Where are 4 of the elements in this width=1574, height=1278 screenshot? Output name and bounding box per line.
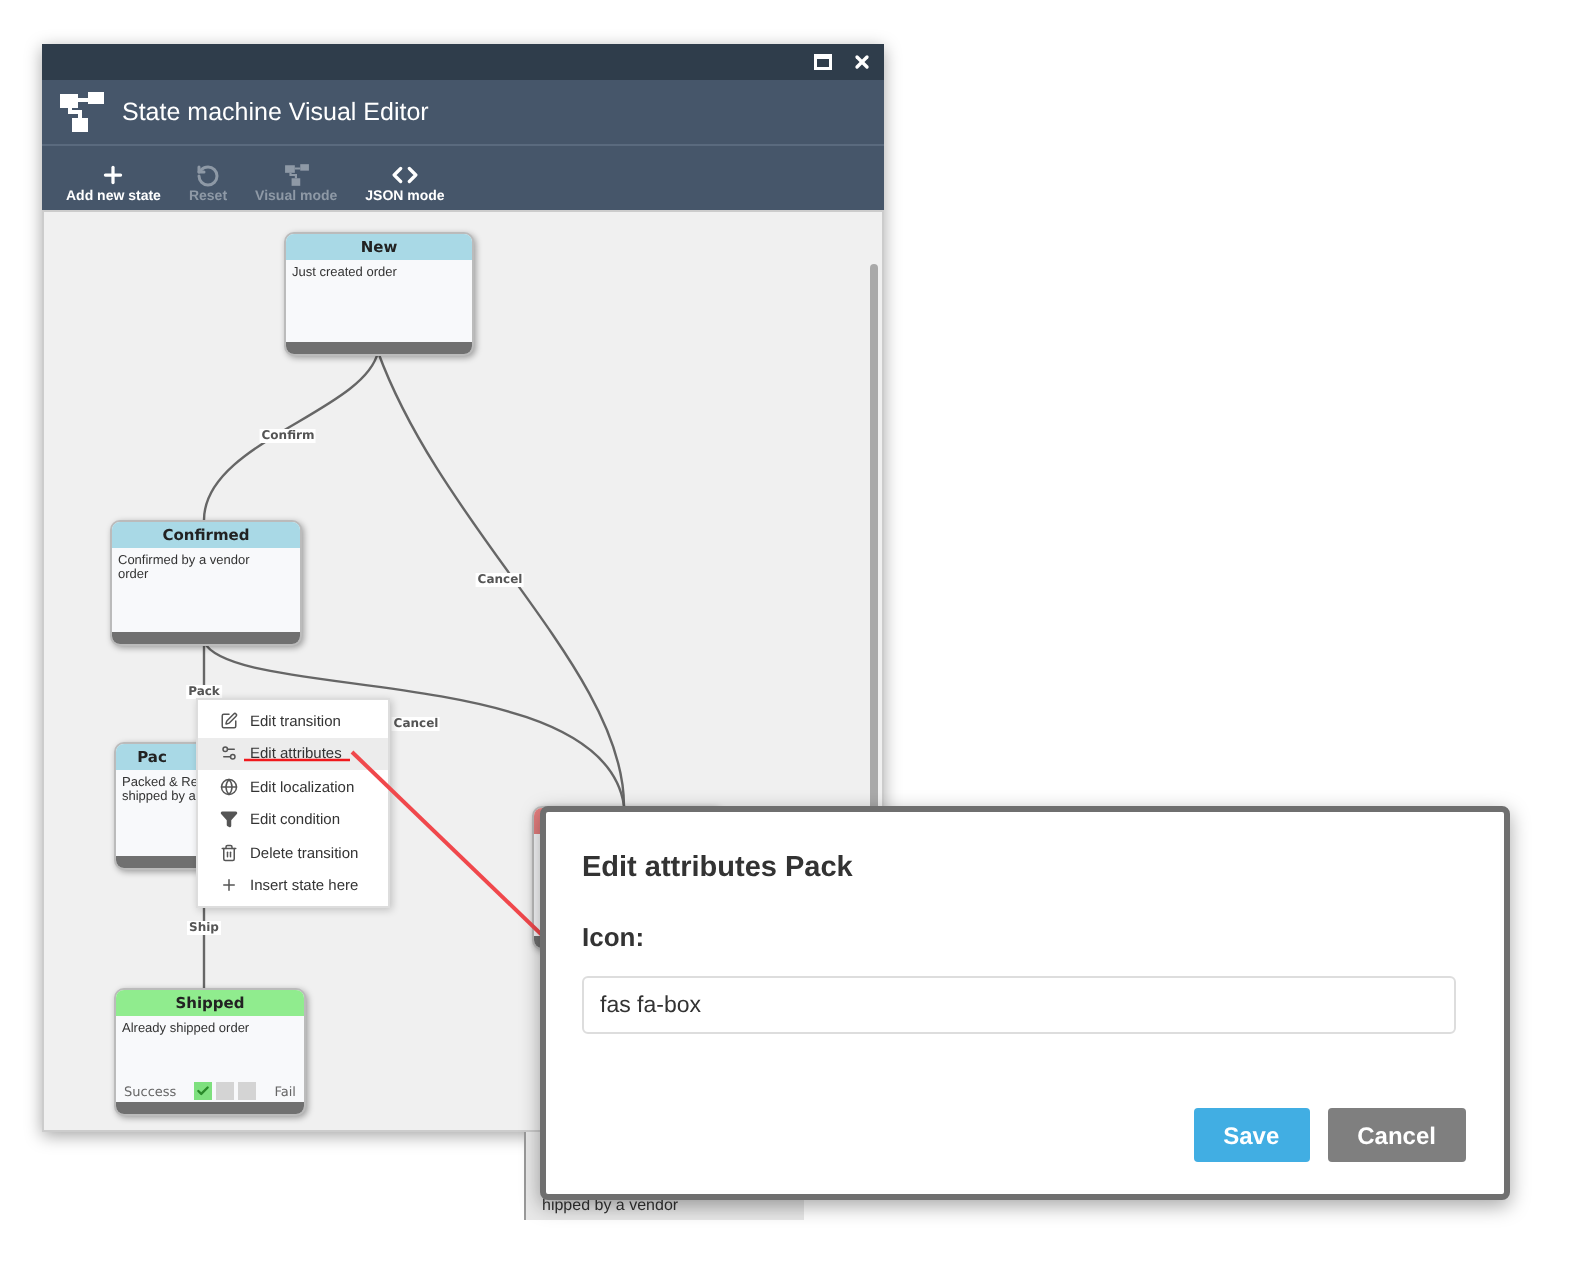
description-text: hipped by a vendor	[542, 1196, 679, 1214]
dialog-title: Edit attributes Pack	[582, 852, 853, 884]
field-label: Icon:	[582, 922, 645, 952]
window-title: State machine Visual Editor	[122, 98, 429, 126]
